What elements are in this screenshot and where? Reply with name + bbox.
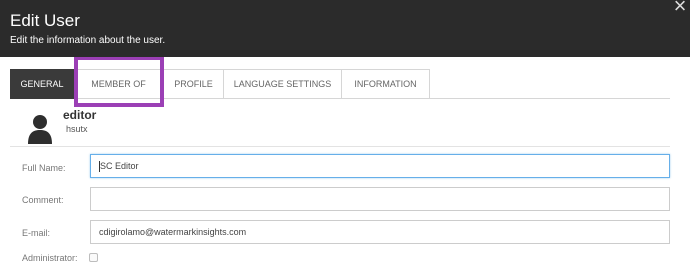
tab-general[interactable]: GENERAL	[10, 69, 74, 99]
full-name-label: Full Name:	[22, 163, 66, 173]
close-icon[interactable]: ×	[670, 0, 690, 18]
comment-field[interactable]	[90, 187, 670, 211]
full-name-value: SC Editor	[100, 161, 139, 171]
tab-language-settings[interactable]: LANGUAGE SETTINGS	[224, 69, 342, 99]
administrator-label: Administrator:	[22, 253, 78, 263]
dialog-header: Edit User Edit the information about the…	[0, 0, 690, 57]
comment-label: Comment:	[22, 195, 64, 205]
email-value: cdigirolamo@watermarkinsights.com	[99, 227, 247, 237]
email-field[interactable]: cdigirolamo@watermarkinsights.com	[90, 220, 670, 244]
tab-member-of[interactable]: MEMBER OF	[74, 69, 164, 99]
tab-information[interactable]: INFORMATION	[342, 69, 430, 99]
section-divider	[10, 146, 670, 147]
full-name-field[interactable]: SC Editor	[90, 154, 670, 178]
administrator-checkbox[interactable]	[89, 253, 98, 262]
tab-bar: GENERAL MEMBER OF PROFILE LANGUAGE SETTI…	[10, 69, 430, 99]
dialog-title: Edit User	[10, 11, 80, 30]
user-silhouette-icon	[28, 115, 52, 144]
tab-profile[interactable]: PROFILE	[164, 69, 224, 99]
dialog-body: GENERAL MEMBER OF PROFILE LANGUAGE SETTI…	[0, 57, 690, 279]
email-label: E-mail:	[22, 228, 51, 238]
user-display-name: editor	[63, 108, 97, 122]
dialog-subtitle: Edit the information about the user.	[10, 35, 166, 46]
user-login-name: hsutx	[66, 124, 88, 134]
